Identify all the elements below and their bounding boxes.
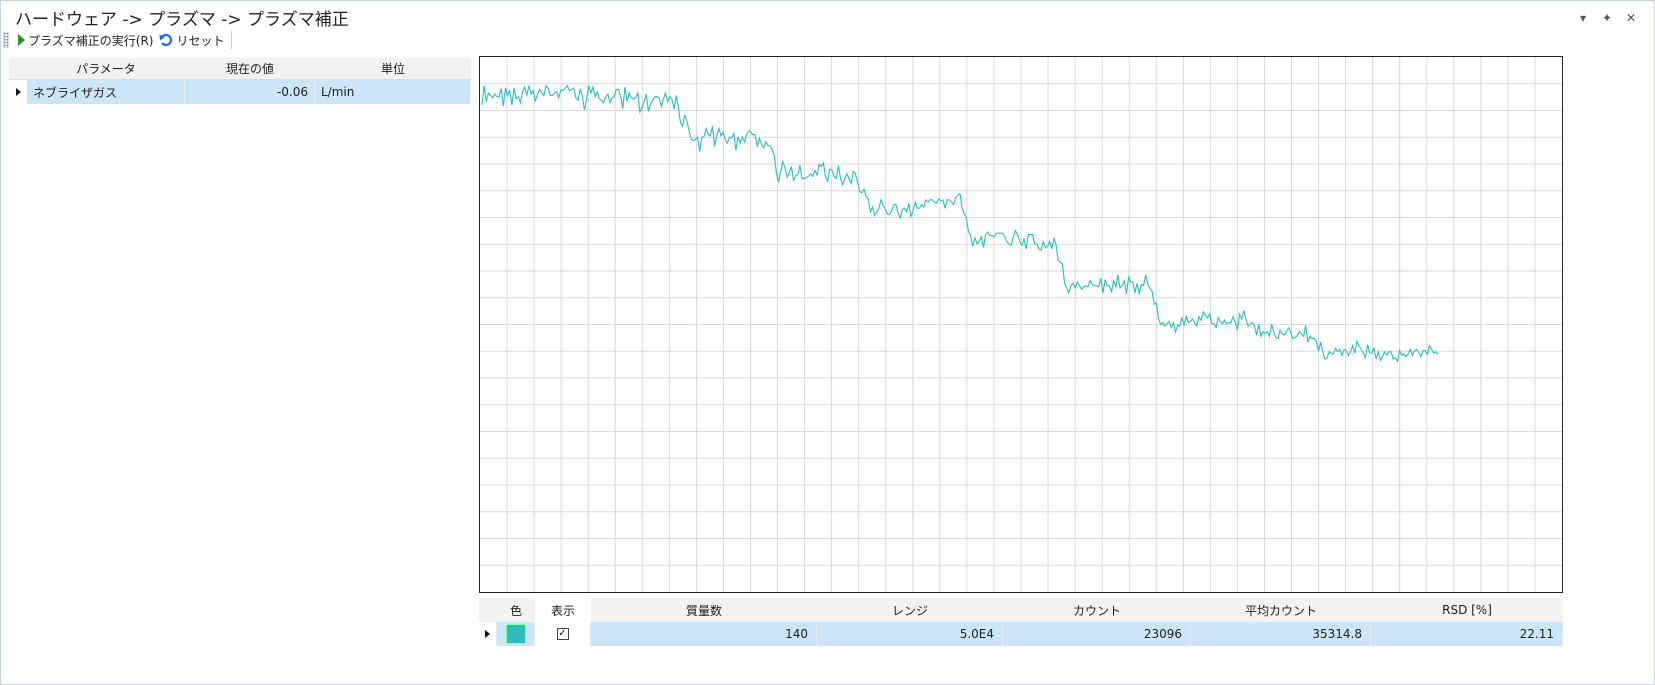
chart-grid	[480, 57, 1562, 592]
parameter-cell[interactable]: ネブライザガス	[27, 80, 185, 104]
header-parameter[interactable]: パラメータ	[27, 58, 185, 79]
play-icon	[18, 34, 25, 46]
rsd-cell[interactable]: 22.11	[1371, 622, 1563, 646]
reset-icon	[159, 33, 173, 47]
unit-cell[interactable]: L/min	[315, 80, 471, 104]
row-pointer-icon	[485, 630, 490, 638]
toolbar-separator	[231, 31, 233, 49]
mass-cell[interactable]: 140	[591, 622, 817, 646]
series-line	[481, 84, 1439, 363]
row-indicator	[479, 622, 497, 646]
header-range[interactable]: レンジ	[817, 598, 1003, 622]
close-icon[interactable]: ✕	[1624, 11, 1638, 25]
header-mass[interactable]: 質量数	[591, 598, 817, 622]
dropdown-icon[interactable]: ▾	[1576, 11, 1590, 25]
chart-svg	[480, 57, 1562, 592]
toolbar: プラズマ補正の実行(R) リセット	[3, 29, 233, 51]
run-plasma-correction-label: プラズマ補正の実行(R)	[28, 33, 154, 48]
window-title: ハードウェア -> プラズマ -> プラズマ補正	[15, 10, 349, 30]
toolbar-grip-icon[interactable]	[3, 32, 9, 48]
color-swatch[interactable]	[505, 624, 526, 644]
signal-chart	[479, 56, 1563, 593]
reset-label: リセット	[176, 33, 225, 48]
parameter-table: パラメータ 現在の値 単位 ネブライザガス -0.06 L/min	[9, 58, 471, 104]
color-cell[interactable]	[497, 622, 535, 646]
show-checkbox[interactable]: ✓	[556, 628, 569, 640]
mass-table: 色 表示 質量数 レンジ カウント 平均カウント RSD [%] ✓ 140 5…	[479, 598, 1563, 646]
row-indicator	[9, 80, 27, 104]
header-avg-count[interactable]: 平均カウント	[1191, 598, 1371, 622]
row-pointer-icon	[15, 88, 21, 96]
pin-icon[interactable]: ✦	[1600, 11, 1614, 25]
header-spacer	[479, 598, 497, 622]
header-rsd[interactable]: RSD [%]	[1371, 598, 1563, 622]
parameter-table-header: パラメータ 現在の値 単位	[9, 58, 471, 80]
window-controls: ▾ ✦ ✕	[1576, 11, 1638, 25]
header-count[interactable]: カウント	[1003, 598, 1191, 622]
mass-table-header: 色 表示 質量数 レンジ カウント 平均カウント RSD [%]	[479, 598, 1563, 622]
count-cell[interactable]: 23096	[1003, 622, 1191, 646]
range-cell[interactable]: 5.0E4	[817, 622, 1003, 646]
header-spacer	[9, 58, 27, 79]
reset-button[interactable]: リセット	[156, 30, 227, 50]
table-row[interactable]: ネブライザガス -0.06 L/min	[9, 80, 471, 104]
header-current-value[interactable]: 現在の値	[185, 58, 315, 79]
header-unit[interactable]: 単位	[315, 58, 471, 79]
avg-count-cell[interactable]: 35314.8	[1191, 622, 1371, 646]
run-plasma-correction-button[interactable]: プラズマ補正の実行(R)	[15, 30, 156, 50]
show-cell[interactable]: ✓	[535, 622, 591, 646]
value-cell[interactable]: -0.06	[185, 80, 315, 104]
table-row[interactable]: ✓ 140 5.0E4 23096 35314.8 22.11	[479, 622, 1563, 646]
plasma-correction-window: ハードウェア -> プラズマ -> プラズマ補正 ▾ ✦ ✕ プラズマ補正の実行…	[0, 0, 1655, 685]
header-show[interactable]: 表示	[535, 598, 591, 622]
header-color[interactable]: 色	[497, 598, 535, 622]
